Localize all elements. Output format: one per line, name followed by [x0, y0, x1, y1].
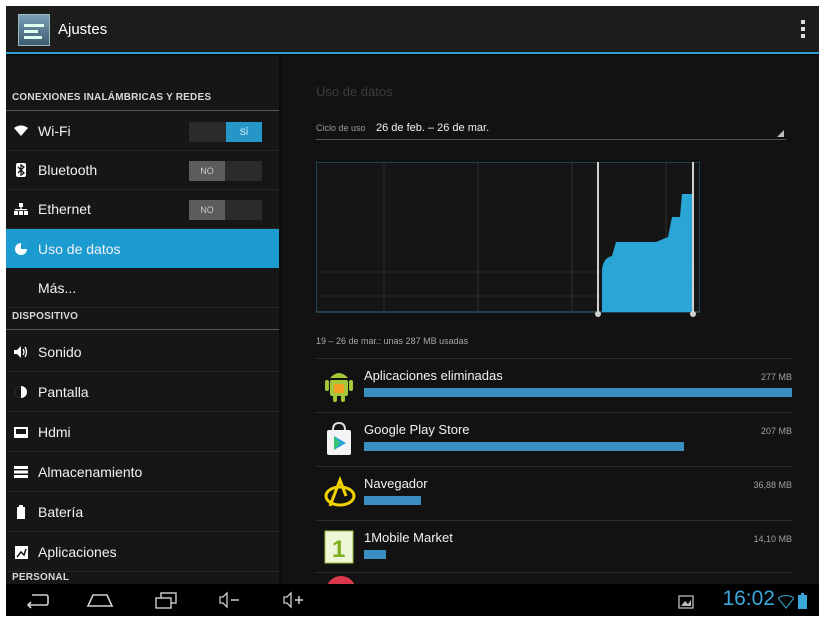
- settings-item-storage[interactable]: Almacenamiento: [6, 453, 279, 492]
- settings-list: CONEXIONES INALÁMBRICAS Y REDES Wi-Fi SÍ…: [6, 56, 279, 591]
- usage-bar: [364, 496, 421, 505]
- bluetooth-label: Bluetooth: [38, 162, 98, 178]
- section-header-device: DISPOSITIVO: [6, 311, 279, 330]
- hdmi-label: Hdmi: [38, 424, 71, 440]
- wifi-icon: [14, 124, 28, 138]
- usage-summary: 19 – 26 de mar.: unas 287 MB usadas: [316, 336, 469, 346]
- cycle-label: Ciclo de uso: [316, 123, 366, 133]
- display-label: Pantalla: [38, 384, 89, 400]
- bluetooth-toggle[interactable]: NO: [189, 161, 262, 181]
- wifi-toggle[interactable]: SÍ: [189, 122, 262, 142]
- apps-icon: [14, 545, 28, 559]
- app-usage-row[interactable]: Google Play Store 207 MB: [316, 416, 792, 468]
- ethernet-toggle[interactable]: NO: [189, 200, 262, 220]
- more-label: Más...: [38, 280, 77, 296]
- data-usage-label: Uso de datos: [38, 240, 121, 257]
- data-usage-icon: [14, 242, 28, 256]
- action-bar: Ajustes: [6, 6, 819, 54]
- hdmi-icon: [14, 425, 28, 439]
- settings-item-battery[interactable]: Batería: [6, 493, 279, 532]
- storage-icon: [14, 465, 28, 479]
- volume-up-icon[interactable]: [282, 590, 306, 610]
- data-usage-pane: Uso de datos Ciclo de uso 26 de feb. – 2…: [282, 56, 819, 606]
- display-brightness-icon: [14, 385, 28, 399]
- sound-icon: [14, 345, 28, 359]
- storage-label: Almacenamiento: [38, 464, 143, 480]
- android-icon: [324, 368, 354, 402]
- cycle-value: 26 de feb. – 26 de mar.: [375, 122, 490, 134]
- ethernet-label: Ethernet: [38, 201, 91, 217]
- play-store-icon: [324, 421, 354, 456]
- home-icon[interactable]: [86, 590, 114, 610]
- overflow-menu-icon[interactable]: [801, 20, 805, 40]
- volume-down-icon[interactable]: [218, 590, 242, 610]
- data-usage-graph[interactable]: [316, 162, 700, 318]
- back-icon[interactable]: [24, 590, 50, 610]
- sound-label: Sonido: [38, 344, 82, 360]
- settings-item-bluetooth[interactable]: Bluetooth NO: [6, 151, 279, 190]
- browser-icon: [324, 475, 356, 510]
- settings-item-sound[interactable]: Sonido: [6, 333, 279, 372]
- usage-bar: [364, 388, 792, 397]
- wifi-label: Wi-Fi: [38, 123, 71, 139]
- status-clock: 16:02: [722, 587, 775, 610]
- settings-item-hdmi[interactable]: Hdmi: [6, 413, 279, 452]
- system-nav-bar: 16:02: [6, 584, 819, 616]
- usage-cycle-spinner[interactable]: Ciclo de uso 26 de feb. – 26 de mar.: [316, 118, 786, 140]
- section-header-personal: PERSONAL: [6, 572, 279, 591]
- spinner-arrow-icon: [777, 130, 784, 137]
- recent-apps-icon[interactable]: [154, 590, 178, 610]
- usage-bar: [364, 442, 684, 451]
- settings-item-apps[interactable]: Aplicaciones: [6, 533, 279, 572]
- ethernet-icon: [14, 202, 28, 216]
- app-usage-row[interactable]: 1 1Mobile Market 14,10 MB: [316, 524, 792, 576]
- settings-item-ethernet[interactable]: Ethernet NO: [6, 190, 279, 229]
- settings-app-icon[interactable]: [18, 14, 50, 46]
- settings-item-display[interactable]: Pantalla: [6, 373, 279, 412]
- usage-bar: [364, 550, 386, 559]
- settings-item-more[interactable]: Más...: [6, 269, 279, 308]
- battery-label: Batería: [38, 504, 84, 520]
- app-usage-row[interactable]: Aplicaciones eliminadas 277 MB: [316, 362, 792, 414]
- settings-item-wifi[interactable]: Wi-Fi SÍ: [6, 112, 279, 151]
- app-title: Ajustes: [58, 21, 108, 38]
- bluetooth-icon: [14, 163, 28, 177]
- screenshot-notification-icon[interactable]: [678, 592, 694, 612]
- pane-title: Uso de datos: [316, 84, 393, 99]
- 1mobile-market-icon: 1: [324, 530, 354, 564]
- battery-icon: [14, 505, 28, 519]
- svg-text:1: 1: [332, 536, 345, 563]
- apps-label: Aplicaciones: [38, 544, 117, 560]
- settings-item-data-usage[interactable]: Uso de datos: [6, 229, 279, 268]
- screen: Ajustes CONEXIONES INALÁMBRICAS Y REDES …: [6, 6, 819, 616]
- section-header-wireless: CONEXIONES INALÁMBRICAS Y REDES: [6, 92, 279, 111]
- app-usage-row[interactable]: Navegador 36,88 MB: [316, 470, 792, 522]
- wifi-signal-icon: [778, 594, 794, 609]
- battery-status-icon: [798, 593, 807, 609]
